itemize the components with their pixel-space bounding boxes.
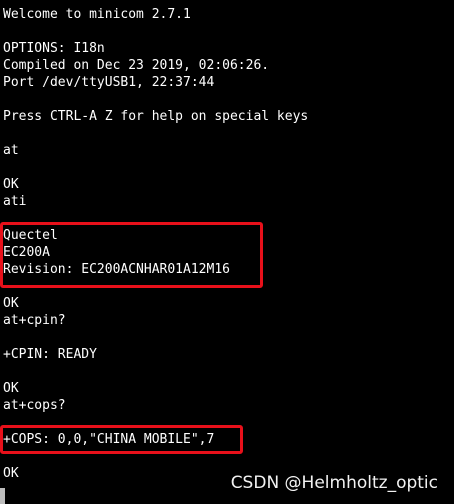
terminal-line-welcome: Welcome to minicom 2.7.1 [3, 7, 191, 22]
terminal-line-cpin-result: +CPIN: READY [3, 347, 97, 362]
watermark-text: CSDN @Helmholtz_optic [230, 473, 438, 493]
terminal-line-command: at+cpin? [3, 313, 66, 328]
terminal-line-help: Press CTRL-A Z for help on special keys [3, 109, 309, 124]
terminal-line-port: Port /dev/ttyUSB1, 22:37:44 [3, 75, 215, 90]
terminal-line-command: ati [3, 194, 27, 209]
highlight-box-module-info [0, 222, 263, 288]
terminal-window[interactable]: Welcome to minicom 2.7.1 OPTIONS: I18n C… [0, 0, 454, 504]
terminal-line-command: at [3, 143, 19, 158]
scrollbar-marker [0, 488, 5, 504]
terminal-line-response: OK [3, 296, 19, 311]
terminal-line-options: OPTIONS: I18n [3, 41, 105, 56]
terminal-line-compiled: Compiled on Dec 23 2019, 02:06:26. [3, 58, 270, 73]
terminal-line-response: OK [3, 466, 19, 481]
terminal-line-response: OK [3, 177, 19, 192]
highlight-box-operator [0, 425, 243, 454]
terminal-line-response: OK [3, 381, 19, 396]
terminal-line-command: at+cops? [3, 398, 66, 413]
